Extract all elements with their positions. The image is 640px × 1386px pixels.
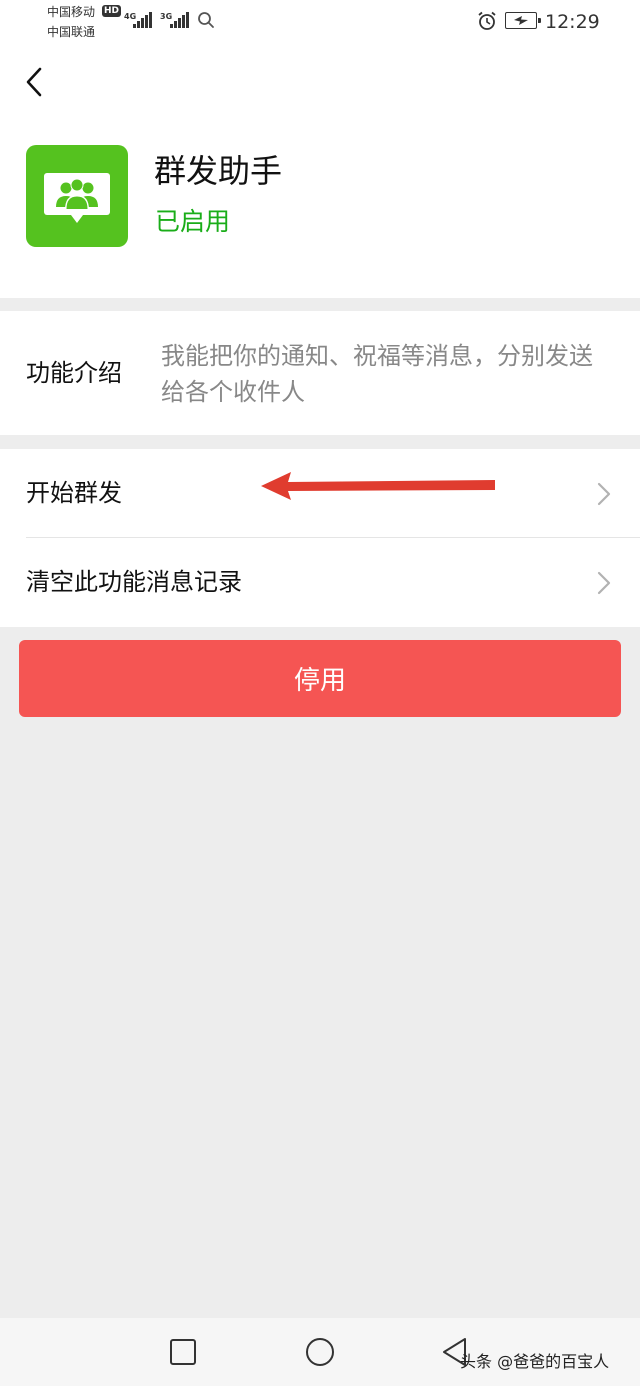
intro-text: 我能把你的通知、祝福等消息，分别发送给各个收件人	[161, 342, 593, 406]
app-icon	[26, 145, 128, 247]
status-bar: 中国移动 中国联通 HD 4G 3G 12:29	[0, 0, 640, 44]
intro-label: 功能介绍	[26, 359, 122, 387]
feature-intro: 功能介绍 我能把你的通知、祝福等消息，分别发送给各个收件人	[0, 311, 640, 435]
chevron-left-icon	[26, 67, 42, 97]
carrier-label-2: 中国联通	[47, 25, 96, 39]
plugin-header: 群发助手 已启用	[0, 44, 640, 298]
recent-apps-button[interactable]	[148, 1318, 218, 1386]
square-icon	[170, 1339, 196, 1365]
group-chat-icon	[44, 173, 110, 223]
battery-charging-icon	[505, 12, 541, 29]
back-button[interactable]	[16, 62, 52, 102]
chevron-right-icon	[597, 482, 611, 506]
status-time: 12:29	[545, 11, 600, 33]
annotation-arrow-icon	[261, 472, 495, 500]
carrier-label-1: 中国移动	[47, 5, 96, 19]
alarm-clock-icon	[478, 11, 496, 30]
list-item-label: 清空此功能消息记录	[26, 568, 242, 596]
signal-strength-icon-1	[133, 12, 153, 28]
clear-history-item[interactable]: 清空此功能消息记录	[0, 538, 640, 627]
circle-icon	[306, 1338, 334, 1366]
home-button[interactable]	[285, 1318, 355, 1386]
list-item-label: 开始群发	[26, 479, 122, 507]
search-icon	[198, 12, 214, 28]
app-status: 已启用	[155, 207, 231, 236]
disable-button[interactable]: 停用	[19, 640, 621, 717]
watermark: 头条 @爸爸的百宝人	[460, 1352, 610, 1371]
chevron-right-icon	[597, 571, 611, 595]
app-name: 群发助手	[154, 152, 283, 190]
signal-strength-icon-2	[170, 12, 190, 28]
hd-badge: HD	[102, 5, 122, 17]
